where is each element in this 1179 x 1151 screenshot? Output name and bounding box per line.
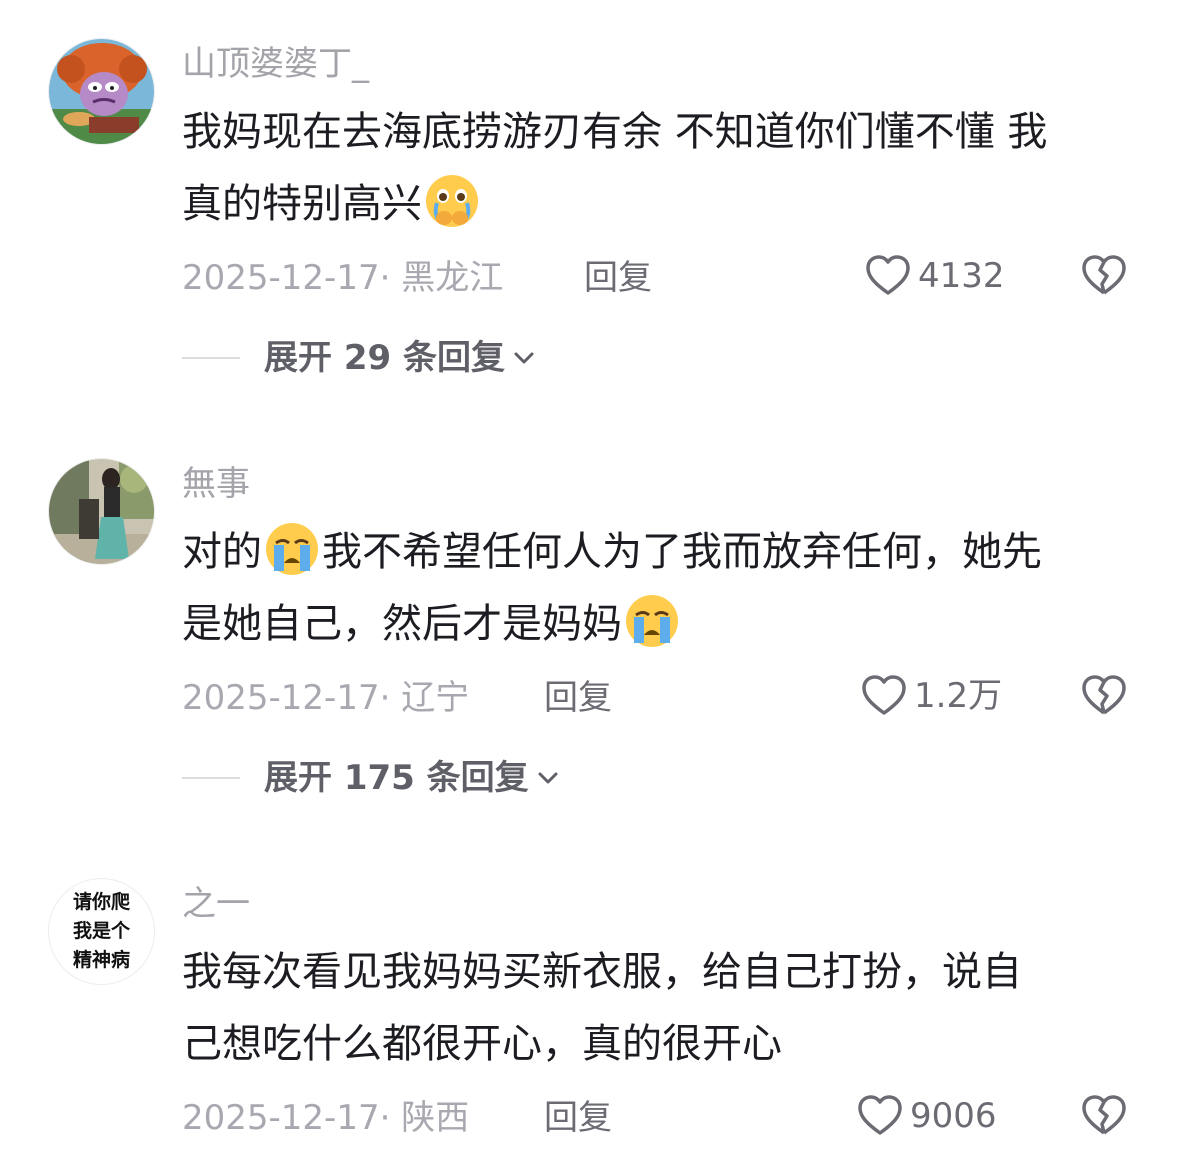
divider <box>182 357 240 359</box>
comment-text-line: 我每次看见我妈妈买新衣服，给自己打扮，说自 <box>182 949 1022 995</box>
comment-text: 我妈现在去海底捞游刃有余 不知道你们懂不懂 我 真的特别高兴 <box>182 96 1142 240</box>
like-button[interactable]: 9006 <box>856 1092 997 1140</box>
comment-item: 请你爬 我是个 精神病 之一 我每次看见我妈妈买新衣服，给自己打扮，说自 己想吃… <box>0 840 1179 1151</box>
divider <box>182 777 240 779</box>
comment-text-segment: 我不希望任何人为了我而放弃任何，她先 <box>322 529 1042 575</box>
expand-replies-label: 展开 29 条回复 <box>264 338 505 378</box>
comment-text-line: 对的 我不希望任何人为了我而放弃任何，她先 <box>182 516 1142 588</box>
comment-text-line: 己想吃什么都很开心，真的很开心 <box>182 1021 782 1067</box>
comment-text-line: 真的特别高兴 <box>182 168 1142 240</box>
like-count: 4132 <box>918 256 1005 296</box>
like-count: 9006 <box>910 1096 997 1136</box>
date-location: 2025-12-17· 辽宁 <box>182 678 470 718</box>
broken-heart-icon[interactable] <box>1080 1092 1128 1140</box>
comment-text: 对的 我不希望任何人为了我而放弃任何，她先 是她自己，然后才是妈妈 <box>182 516 1142 660</box>
chevron-down-icon <box>538 772 558 784</box>
comment-text-line: 我妈现在去海底捞游刃有余 不知道你们懂不懂 我 <box>182 109 1048 155</box>
expand-replies-button[interactable]: 展开 29 条回复 <box>182 338 537 378</box>
expand-replies-label: 展开 175 条回复 <box>264 758 529 798</box>
loudly-crying-face-icon <box>266 523 318 575</box>
comment-text-segment: 真的特别高兴 <box>182 181 422 227</box>
reply-button[interactable]: 回复 <box>544 1098 612 1138</box>
date-location: 2025-12-17· 陕西 <box>182 1098 470 1138</box>
expand-replies-button[interactable]: 展开 175 条回复 <box>182 758 561 798</box>
comment-text-line: 是她自己，然后才是妈妈 <box>182 588 1142 660</box>
comment-text-segment: 对的 <box>182 529 262 575</box>
broken-heart-icon[interactable] <box>1080 252 1128 300</box>
broken-heart-icon[interactable] <box>1080 672 1128 720</box>
pleading-face-crying-icon <box>426 175 478 227</box>
avatar[interactable] <box>48 458 155 565</box>
avatar-text: 精神病 <box>72 949 130 971</box>
date-location: 2025-12-17· 黑龙江 <box>182 258 504 298</box>
heart-icon <box>866 255 910 295</box>
loudly-crying-face-icon <box>626 595 678 647</box>
comment-text: 我每次看见我妈妈买新衣服，给自己打扮，说自 己想吃什么都很开心，真的很开心 <box>182 936 1142 1080</box>
avatar[interactable]: 请你爬 我是个 精神病 <box>48 878 155 985</box>
username[interactable]: 之一 <box>182 884 250 924</box>
reply-button[interactable]: 回复 <box>544 678 612 718</box>
username[interactable]: 山顶婆婆丁_ <box>182 44 369 84</box>
reply-button[interactable]: 回复 <box>584 258 652 298</box>
like-count: 1.2万 <box>914 676 1003 716</box>
comment-item: 無事 对的 我不希望任何人为了我而放弃任何，她先 是她自己，然后才是妈妈 202… <box>0 420 1179 840</box>
heart-icon <box>862 675 906 715</box>
comment-text-segment: 是她自己，然后才是妈妈 <box>182 601 622 647</box>
avatar-text: 我是个 <box>72 920 130 942</box>
like-button[interactable]: 4132 <box>864 252 1005 300</box>
avatar[interactable] <box>48 38 155 145</box>
comment-item: 山顶婆婆丁_ 我妈现在去海底捞游刃有余 不知道你们懂不懂 我 真的特别高兴 20… <box>0 0 1179 420</box>
heart-icon <box>858 1095 902 1135</box>
like-button[interactable]: 1.2万 <box>860 672 1002 720</box>
chevron-down-icon <box>514 352 534 364</box>
username[interactable]: 無事 <box>182 464 250 504</box>
avatar-text: 请你爬 <box>72 891 130 913</box>
